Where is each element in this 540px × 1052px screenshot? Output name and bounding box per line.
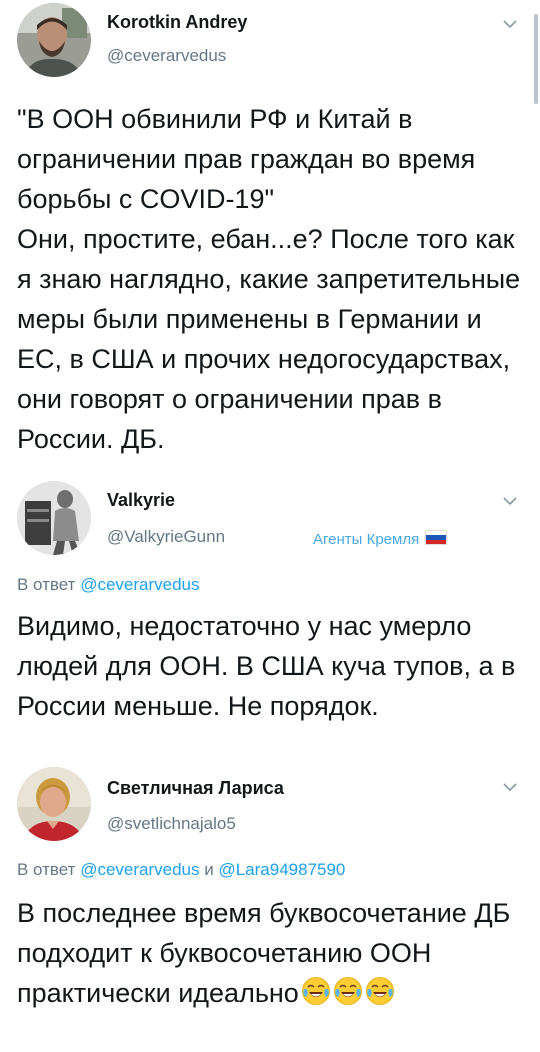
reply-prefix: В ответ [17,575,76,594]
reply-context: В ответ @ceverarvedus [17,575,200,595]
user-photo-icon [17,481,91,555]
emoji-row [299,977,395,1008]
avatar[interactable] [17,481,91,555]
face-with-tears-of-joy-icon [333,977,362,1005]
profile-tag-label: Агенты Кремля [313,531,420,548]
tweet-text: "В ООН обвинили РФ и Китай в ограничении… [17,104,521,454]
author-handle[interactable]: @ValkyrieGunn [107,527,225,547]
user-photo-icon [17,767,91,841]
user-photo-icon [17,3,91,77]
tweet-text-content: В последнее время буквосочетание ДБ подх… [17,898,518,1008]
author-name[interactable]: Korotkin Andrey [107,12,247,33]
author-name[interactable]: Светличная Лариса [107,778,284,799]
avatar[interactable] [17,767,91,841]
reply-context: В ответ @ceverarvedus и @Lara94987590 [17,860,345,880]
author-handle[interactable]: @svetlichnajalo5 [107,814,236,834]
profile-tag: Агенты Кремля [313,530,448,548]
chevron-down-icon[interactable] [502,781,518,793]
chevron-down-icon[interactable] [502,495,518,507]
author-name[interactable]: Valkyrie [107,490,175,511]
reply-and: и [204,860,214,879]
reply-mention[interactable]: @Lara94987590 [218,860,345,879]
tweet-text: В последнее время буквосочетание ДБ подх… [17,893,527,1013]
face-with-tears-of-joy-icon [301,977,330,1005]
tweet-text: Видимо, недостаточно у нас умерло людей … [17,611,523,721]
reply-prefix: В ответ [17,860,76,879]
russia-flag-icon [425,530,448,545]
face-with-tears-of-joy-icon [365,977,394,1005]
reply-mention[interactable]: @ceverarvedus [80,575,199,594]
avatar[interactable] [17,3,91,77]
chevron-down-icon[interactable] [502,18,518,30]
scrollbar[interactable] [534,14,538,104]
reply-mention[interactable]: @ceverarvedus [80,860,199,879]
author-handle[interactable]: @ceverarvedus [107,46,226,66]
